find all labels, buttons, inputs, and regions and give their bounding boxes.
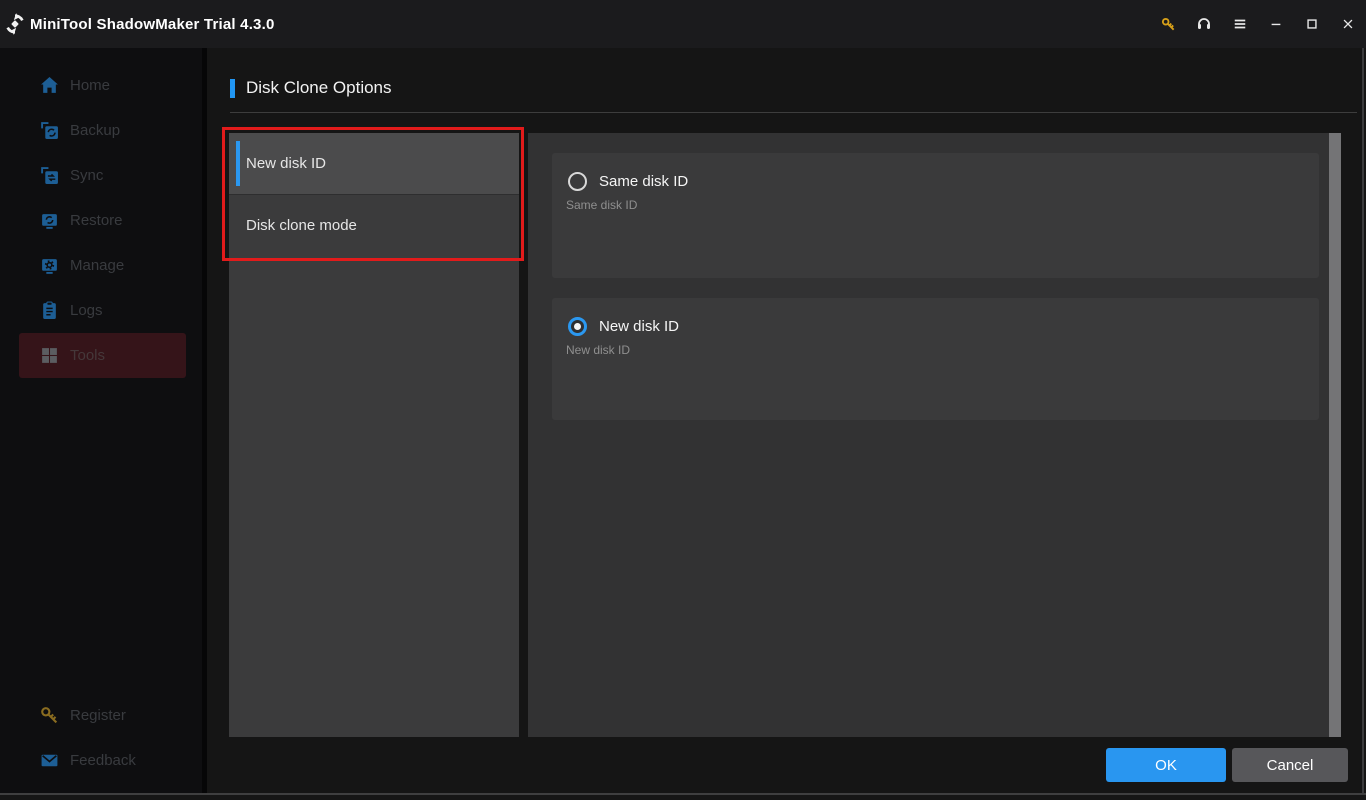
home-icon (40, 76, 59, 95)
minimize-icon[interactable] (1258, 0, 1294, 48)
sidebar-label: Register (70, 707, 126, 724)
radio-row[interactable]: New disk ID (568, 317, 679, 336)
option-description: New disk ID (566, 343, 630, 357)
logs-icon (40, 301, 59, 320)
tab-label: Disk clone mode (246, 217, 357, 234)
sidebar-label: Restore (70, 212, 123, 229)
sidebar-label: Manage (70, 257, 124, 274)
sidebar-label: Home (70, 77, 110, 94)
sidebar-item-home[interactable]: Home (0, 63, 202, 108)
tab-disk-clone-mode[interactable]: Disk clone mode (229, 194, 519, 255)
menu-icon[interactable] (1222, 0, 1258, 48)
sidebar: Home Backup Sync (0, 48, 202, 793)
tab-new-disk-id[interactable]: New disk ID (229, 133, 519, 194)
window-bottom-border (0, 793, 1366, 800)
sidebar-label: Tools (70, 347, 105, 364)
sidebar-item-manage[interactable]: Manage (0, 243, 202, 288)
heading-divider (230, 112, 1357, 113)
option-label: Same disk ID (599, 173, 688, 190)
ok-button[interactable]: OK (1106, 748, 1226, 782)
option-description: Same disk ID (566, 198, 637, 212)
sidebar-item-feedback[interactable]: Feedback (0, 738, 202, 783)
sync-icon (40, 166, 59, 185)
app-logo-icon (4, 13, 26, 35)
option-tab-panel: New disk ID Disk clone mode (229, 133, 519, 737)
sidebar-item-backup[interactable]: Backup (0, 108, 202, 153)
sidebar-item-tools[interactable]: Tools (19, 333, 186, 378)
cancel-button[interactable]: Cancel (1232, 748, 1348, 782)
sidebar-item-restore[interactable]: Restore (0, 198, 202, 243)
tools-icon (40, 346, 59, 365)
titlebar: MiniTool ShadowMaker Trial 4.3.0 (0, 0, 1366, 48)
heading-accent-bar (230, 79, 235, 98)
close-icon[interactable] (1330, 0, 1366, 48)
page-title: Disk Clone Options (246, 78, 392, 98)
support-headset-icon[interactable] (1186, 0, 1222, 48)
restore-icon (40, 211, 59, 230)
window-right-border (1362, 48, 1364, 793)
mail-icon (40, 751, 59, 770)
sidebar-item-sync[interactable]: Sync (0, 153, 202, 198)
maximize-icon[interactable] (1294, 0, 1330, 48)
sidebar-label: Feedback (70, 752, 136, 769)
sidebar-label: Sync (70, 167, 103, 184)
sidebar-label: Backup (70, 122, 120, 139)
option-card-same-disk-id[interactable]: Same disk ID Same disk ID (552, 153, 1319, 278)
sidebar-label: Logs (70, 302, 103, 319)
manage-icon (40, 256, 59, 275)
options-panel: Same disk ID Same disk ID New disk ID Ne… (528, 133, 1329, 737)
scrollbar-thumb[interactable] (1329, 133, 1341, 737)
tab-label: New disk ID (246, 155, 326, 172)
window-title: MiniTool ShadowMaker Trial 4.3.0 (30, 16, 275, 33)
license-key-icon[interactable] (1150, 0, 1186, 48)
main-content: Disk Clone Options New disk ID Disk clon… (207, 48, 1366, 793)
key-icon (40, 706, 59, 725)
radio-same-disk-id[interactable] (568, 172, 587, 191)
sidebar-item-logs[interactable]: Logs (0, 288, 202, 333)
option-card-new-disk-id[interactable]: New disk ID New disk ID (552, 298, 1319, 420)
option-label: New disk ID (599, 318, 679, 335)
backup-icon (40, 121, 59, 140)
radio-new-disk-id[interactable] (568, 317, 587, 336)
sidebar-item-register[interactable]: Register (0, 693, 202, 738)
radio-row[interactable]: Same disk ID (568, 172, 688, 191)
